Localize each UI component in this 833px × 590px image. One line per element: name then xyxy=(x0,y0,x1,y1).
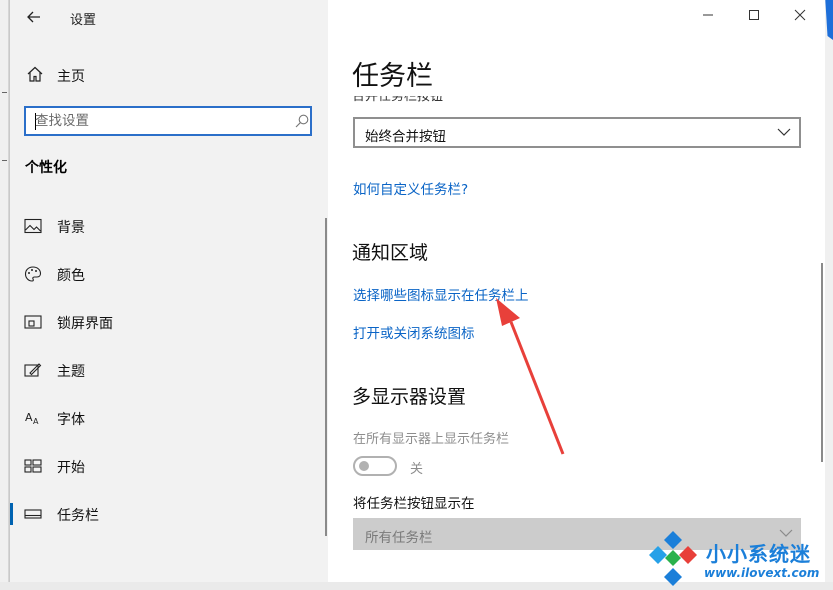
search-icon[interactable] xyxy=(294,113,310,129)
window-controls xyxy=(685,0,825,34)
multi-display-heading: 多显示器设置 xyxy=(352,386,467,408)
sidebar-item-label: 任务栏 xyxy=(57,508,99,524)
sidebar: 设置 主页 个性化 背景 xyxy=(10,0,328,582)
watermark-name: 小小系统迷 xyxy=(706,542,811,566)
lock-screen-icon xyxy=(24,315,42,329)
search-box[interactable] xyxy=(24,106,312,136)
settings-window: 设置 主页 个性化 背景 xyxy=(9,0,825,582)
sidebar-item-lock-screen[interactable]: 锁屏界面 xyxy=(10,305,328,339)
edge-tick xyxy=(2,92,7,93)
watermark: 小小系统迷 www.ilovext.com xyxy=(640,528,830,586)
picture-icon xyxy=(24,218,42,234)
minimize-icon xyxy=(703,14,713,16)
sidebar-item-label: 字体 xyxy=(57,412,85,428)
section-title: 个性化 xyxy=(25,160,67,176)
toggle-state-text: 关 xyxy=(410,462,424,477)
sidebar-item-home[interactable]: 主页 xyxy=(10,60,328,90)
desktop-right-edge xyxy=(824,0,833,590)
sidebar-item-label: 主页 xyxy=(57,69,85,85)
show-all-displays-toggle[interactable] xyxy=(353,456,397,476)
palette-icon xyxy=(24,266,42,282)
select-taskbar-icons-link[interactable]: 选择哪些图标显示在任务栏上 xyxy=(353,284,529,304)
sidebar-item-label: 颜色 xyxy=(57,268,85,284)
sidebar-item-start[interactable]: 开始 xyxy=(10,449,328,483)
page-title: 任务栏 xyxy=(352,61,433,92)
maximize-icon xyxy=(749,10,759,20)
maximize-button[interactable] xyxy=(737,5,771,29)
sidebar-item-themes[interactable]: 主题 xyxy=(10,353,328,387)
taskbar-icon xyxy=(24,509,42,519)
sidebar-item-label: 背景 xyxy=(57,220,85,236)
close-icon xyxy=(794,9,806,21)
start-icon xyxy=(24,459,42,473)
title-bar: 设置 xyxy=(10,0,328,34)
main-content: 任务栏 合并任务栏按钮 始终合并按钮 如何自定义任务栏? 通知区域 选择哪些图标… xyxy=(328,0,825,582)
combine-buttons-label: 合并任务栏按钮 xyxy=(352,96,443,106)
svg-text:A: A xyxy=(25,411,33,424)
active-indicator xyxy=(10,503,13,525)
sidebar-scrollbar[interactable] xyxy=(325,218,327,536)
theme-icon xyxy=(24,363,42,377)
sidebar-item-fonts[interactable]: A A 字体 xyxy=(10,401,328,435)
sidebar-item-label: 开始 xyxy=(57,460,85,476)
sidebar-item-colors[interactable]: 颜色 xyxy=(10,257,328,291)
combine-buttons-dropdown[interactable]: 始终合并按钮 xyxy=(353,117,801,148)
minimize-button[interactable] xyxy=(691,5,725,29)
main-scrollbar[interactable] xyxy=(821,263,823,462)
watermark-url: www.ilovext.com xyxy=(704,566,820,580)
dropdown-value: 始终合并按钮 xyxy=(365,129,446,145)
watermark-logo-icon xyxy=(649,531,697,586)
buttons-on-label: 将任务栏按钮显示在 xyxy=(353,496,475,512)
sidebar-item-taskbar[interactable]: 任务栏 xyxy=(10,497,328,531)
chevron-down-icon xyxy=(777,128,791,136)
sidebar-item-label: 锁屏界面 xyxy=(57,316,113,332)
notification-area-heading: 通知区域 xyxy=(352,242,429,264)
home-icon xyxy=(27,66,43,82)
sidebar-item-label: 主题 xyxy=(57,364,85,380)
customize-taskbar-link[interactable]: 如何自定义任务栏? xyxy=(353,178,468,198)
svg-text:A: A xyxy=(33,417,39,426)
sidebar-item-background[interactable]: 背景 xyxy=(10,209,328,243)
combine-buttons-label-text: 合并任务栏按钮 xyxy=(352,96,444,104)
font-icon: A A xyxy=(25,411,39,426)
search-input[interactable] xyxy=(35,112,275,130)
back-button[interactable] xyxy=(22,6,46,28)
close-button[interactable] xyxy=(783,5,817,29)
dropdown-value: 所有任务栏 xyxy=(365,530,433,546)
show-all-displays-label: 在所有显示器上显示任务栏 xyxy=(353,432,510,447)
app-title: 设置 xyxy=(70,13,97,28)
toggle-knob xyxy=(359,461,369,471)
system-icons-link[interactable]: 打开或关闭系统图标 xyxy=(353,322,475,342)
back-arrow-icon xyxy=(27,11,40,23)
edge-tick xyxy=(2,160,7,161)
desktop-left-edge xyxy=(0,0,9,590)
